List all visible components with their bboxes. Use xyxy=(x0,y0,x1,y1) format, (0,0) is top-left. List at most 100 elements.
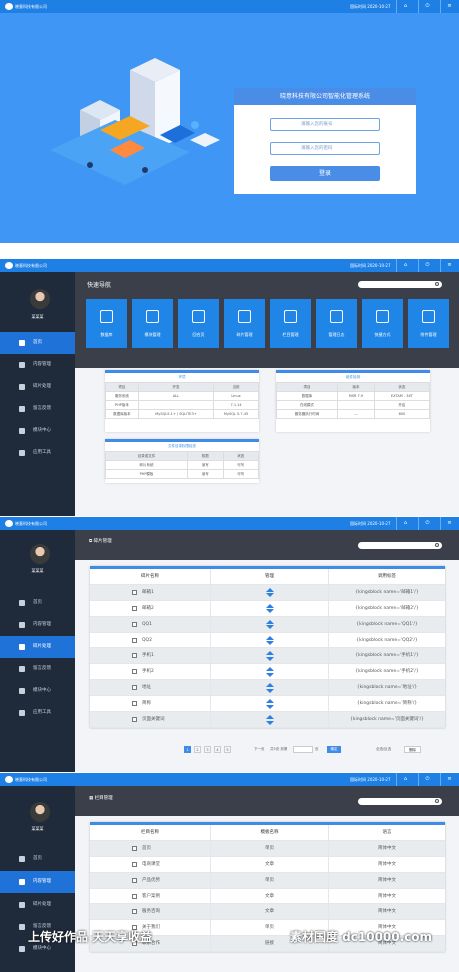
sort-down-icon[interactable] xyxy=(266,625,274,630)
search-input[interactable] xyxy=(358,542,442,549)
user-name: 某某某 xyxy=(31,314,44,319)
delete-button[interactable]: 删除 xyxy=(404,746,421,753)
sort-up-icon[interactable] xyxy=(266,587,274,592)
home-icon[interactable]: ⌂ xyxy=(396,517,414,530)
sort-up-icon[interactable] xyxy=(266,683,274,688)
avatar[interactable] xyxy=(30,289,50,309)
row-checkbox[interactable] xyxy=(132,861,137,867)
tile-modules[interactable]: 模块管理 xyxy=(132,299,173,348)
password-input[interactable]: 请输入您的密码 xyxy=(270,142,380,155)
sidebar-item-tools[interactable]: 应用工具 xyxy=(0,702,75,724)
fragments-table: 碎片名称 管理 调用标签 邮箱1 {kingsblock name='邮箱1'/} 邮… xyxy=(90,566,445,728)
company-name: 晓意科技有限公司 xyxy=(15,777,47,782)
isometric-illustration xyxy=(50,58,220,185)
sort-down-icon[interactable] xyxy=(266,609,274,614)
sort-down-icon[interactable] xyxy=(266,704,274,709)
row-checkbox[interactable] xyxy=(132,701,137,707)
account-input[interactable]: 请输入您的账号 xyxy=(270,118,380,131)
tile-shortcuts[interactable]: 快捷方式 xyxy=(362,299,403,348)
menu-icon[interactable]: ≡ xyxy=(440,773,458,786)
page-1-button[interactable]: 1 xyxy=(184,746,191,753)
top-bar-4: 晓意科技有限公司 国际时间 2020-10-27 ⌂ ⏻ ≡ xyxy=(0,773,459,786)
row-checkbox[interactable] xyxy=(132,877,137,883)
row-checkbox[interactable] xyxy=(132,685,137,691)
sidebar-item-modules[interactable]: 模块中心 xyxy=(0,420,75,442)
tile-pages[interactable]: 回合页 xyxy=(178,299,219,348)
search-input[interactable] xyxy=(358,798,442,805)
row-checkbox[interactable] xyxy=(132,893,137,899)
search-input[interactable] xyxy=(358,281,442,288)
sort-down-icon[interactable] xyxy=(266,672,274,677)
go-button[interactable]: 确定 xyxy=(327,746,341,753)
row-checkbox[interactable] xyxy=(132,605,137,611)
home-icon[interactable]: ⌂ xyxy=(396,0,414,13)
sidebar-item-home[interactable]: 首页 xyxy=(0,592,75,614)
sort-up-icon[interactable] xyxy=(266,715,274,720)
page-3-button[interactable]: 3 xyxy=(204,746,211,753)
table-row: 手机2 {kingsblock name='手机2'/} xyxy=(90,664,445,681)
sidebar-item-fragments[interactable]: 碎片处理 xyxy=(0,894,75,916)
avatar[interactable] xyxy=(30,544,50,564)
menu-icon[interactable]: ≡ xyxy=(440,259,458,272)
sort-down-icon[interactable] xyxy=(266,688,274,693)
page-4-button[interactable]: 4 xyxy=(214,746,221,753)
sort-down-icon[interactable] xyxy=(266,641,274,646)
sidebar-item-modules[interactable]: 模块中心 xyxy=(0,680,75,702)
power-icon[interactable]: ⏻ xyxy=(418,0,436,13)
sidebar-item-fragments[interactable]: 碎片处理 xyxy=(0,636,75,658)
select-all-link[interactable]: 全选/反选 xyxy=(376,746,391,753)
row-checkbox[interactable] xyxy=(132,909,137,915)
tile-attachments[interactable]: 附件管理 xyxy=(408,299,449,348)
home-icon[interactable]: ⌂ xyxy=(396,259,414,272)
sort-up-icon[interactable] xyxy=(266,699,274,704)
tile-columns[interactable]: 栏目管理 xyxy=(270,299,311,348)
tile-logs[interactable]: 管理日志 xyxy=(316,299,357,348)
page-2-button[interactable]: 2 xyxy=(194,746,201,753)
sort-down-icon[interactable] xyxy=(266,656,274,661)
row-checkbox[interactable] xyxy=(132,845,137,851)
sidebar-item-feedback[interactable]: 留言反馈 xyxy=(0,398,75,420)
sidebar-item-content[interactable]: 内容管理 xyxy=(0,354,75,376)
power-icon[interactable]: ⏻ xyxy=(418,259,436,272)
tile-database[interactable]: 数据库 xyxy=(86,299,127,348)
sidebar-item-fragments[interactable]: 碎片处理 xyxy=(0,376,75,398)
menu-icon[interactable]: ≡ xyxy=(440,0,458,13)
sidebar-item-home[interactable]: 首页 xyxy=(0,332,75,354)
power-icon[interactable]: ⏻ xyxy=(418,517,436,530)
power-icon[interactable]: ⏻ xyxy=(418,773,436,786)
row-checkbox[interactable] xyxy=(132,621,137,627)
home-icon[interactable]: ⌂ xyxy=(396,773,414,786)
login-button[interactable]: 登录 xyxy=(270,166,380,181)
sidebar-item-content[interactable]: 内容管理 xyxy=(0,614,75,636)
grid-icon xyxy=(19,946,25,952)
table-row: 邮箱2 {kingsblock name='邮箱2'/} xyxy=(90,600,445,617)
sort-up-icon[interactable] xyxy=(266,651,274,656)
sort-up-icon[interactable] xyxy=(266,667,274,672)
page-number-input[interactable] xyxy=(293,746,313,753)
sidebar-item-feedback[interactable]: 留言反馈 xyxy=(0,658,75,680)
sidebar-item-tools[interactable]: 应用工具 xyxy=(0,442,75,464)
row-checkbox[interactable] xyxy=(132,717,137,723)
table-row: 邮箱1 {kingsblock name='邮箱1'/} xyxy=(90,584,445,601)
page-5-button[interactable]: 5 xyxy=(224,746,231,753)
avatar[interactable] xyxy=(30,802,50,822)
sidebar-item-home[interactable]: 首页 xyxy=(0,848,75,870)
row-checkbox[interactable] xyxy=(132,637,137,643)
sidebar-item-content[interactable]: 内容管理 xyxy=(0,871,75,893)
row-checkbox[interactable] xyxy=(132,589,137,595)
table-row: 页面关键词 {kingsblock name='页面关键词'/} xyxy=(90,712,445,728)
table-row: 手机1 {kingsblock name='手机1'/} xyxy=(90,648,445,665)
next-page-link[interactable]: 下一页 xyxy=(254,746,265,753)
top-bar: 晓意科技有限公司 国际时间 2020-10-27 ⌂ ⏻ ≡ xyxy=(0,0,459,13)
sort-down-icon[interactable] xyxy=(266,720,274,725)
sort-up-icon[interactable] xyxy=(266,619,274,624)
menu-icon[interactable]: ≡ xyxy=(440,517,458,530)
tile-fragments[interactable]: 碎片管理 xyxy=(224,299,265,348)
sort-down-icon[interactable] xyxy=(266,593,274,598)
puzzle-icon xyxy=(19,384,25,390)
row-checkbox[interactable] xyxy=(132,669,137,675)
sort-up-icon[interactable] xyxy=(266,635,274,640)
document-icon xyxy=(19,879,25,885)
row-checkbox[interactable] xyxy=(132,653,137,659)
sort-up-icon[interactable] xyxy=(266,603,274,608)
